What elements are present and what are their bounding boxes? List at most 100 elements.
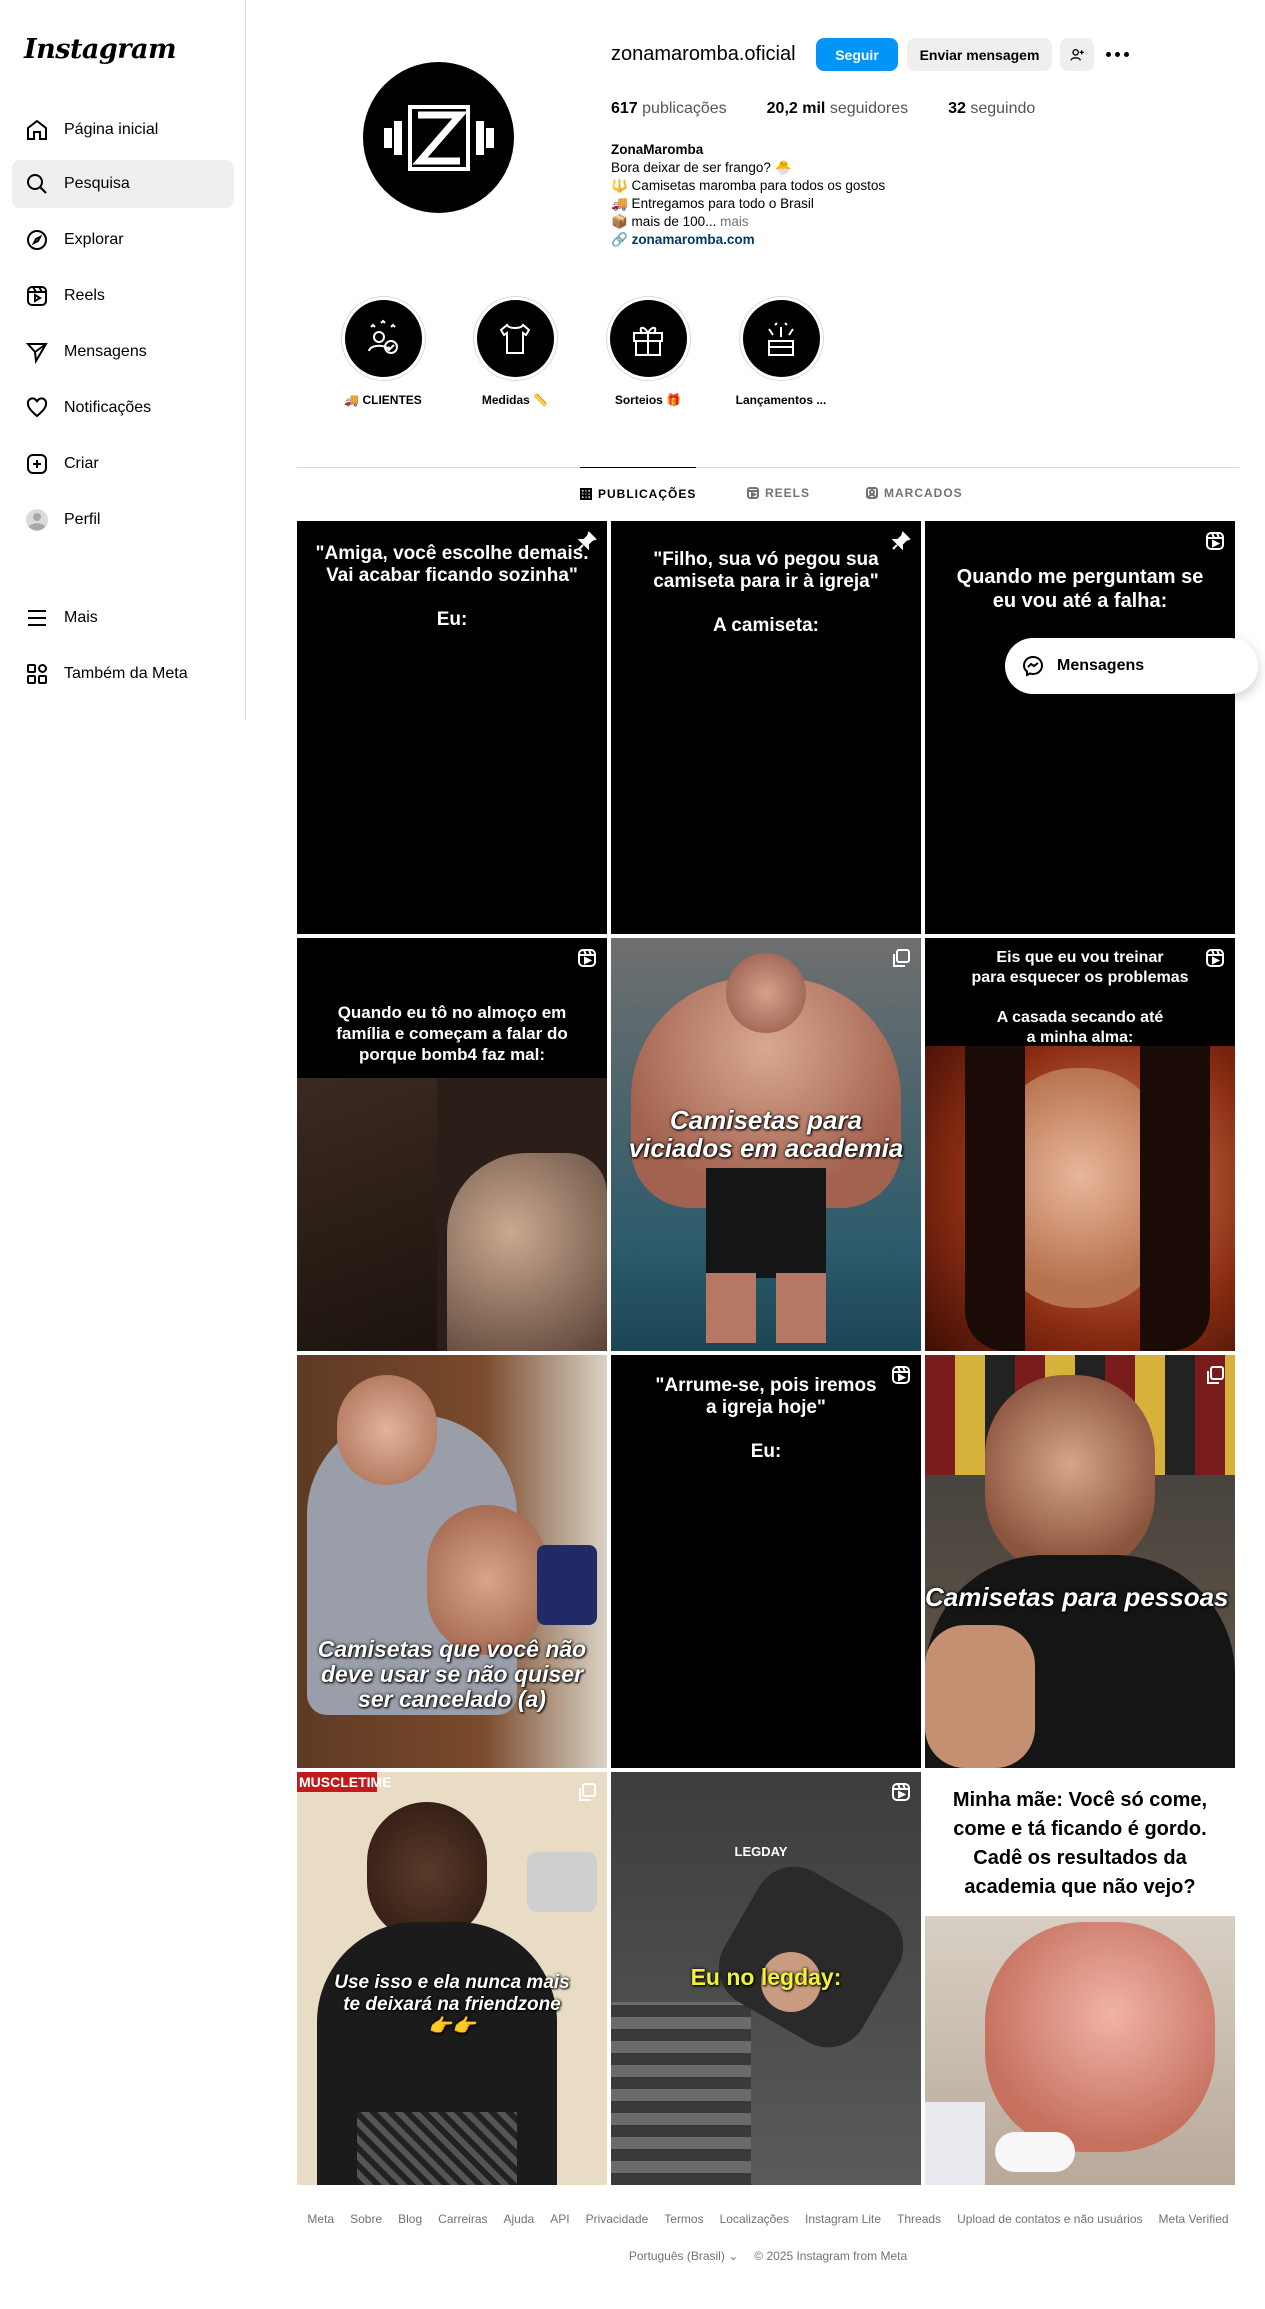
post-tile[interactable]: Camisetas que você não deve usar se não … (297, 1355, 607, 1768)
nav-create[interactable]: Criar (12, 440, 234, 488)
tab-tagged-label: MARCADOS (884, 486, 963, 500)
nav-messages-label: Mensagens (64, 343, 147, 360)
pin-icon (891, 531, 911, 551)
nav-search[interactable]: Pesquisa (12, 160, 234, 208)
follow-button[interactable]: Seguir (816, 38, 898, 71)
following-stat[interactable]: 32 seguindo (948, 100, 1035, 118)
nav-notifications-label: Notificações (64, 399, 152, 416)
more-options-icon[interactable] (1106, 44, 1134, 64)
bio-website-link[interactable]: zonamaromba.com (632, 232, 755, 247)
add-person-icon (1070, 48, 1084, 61)
carousel-icon (891, 948, 911, 968)
post-tile[interactable]: Quando me perguntam se eu vou até a falh… (925, 521, 1235, 934)
post-caption: "Filho, sua vó pegou sua camiseta para i… (653, 549, 879, 636)
brand-logo-icon (383, 104, 494, 171)
footer-links: Meta Sobre Blog Carreiras Ajuda API Priv… (297, 2212, 1239, 2226)
post-caption: "Amiga, você escolhe demais. Vai acabar … (315, 543, 589, 630)
post-caption: Minha mãe: Você só come, come e tá fican… (952, 1789, 1208, 1898)
post-caption: Eis que eu vou treinar para esquecer os … (971, 949, 1189, 1046)
highlight-lancamentos[interactable]: Lançamentos ... (731, 296, 831, 407)
post-tag: LEGDAY (734, 1844, 788, 1859)
launch-box-icon (768, 321, 794, 356)
nav-home[interactable]: Página inicial (12, 106, 234, 154)
footer-link[interactable]: Meta (307, 2212, 334, 2226)
send-message-button[interactable]: Enviar mensagem (907, 38, 1052, 71)
nav-reels[interactable]: Reels (12, 272, 234, 320)
tab-tagged[interactable]: MARCADOS (866, 467, 963, 519)
followers-stat[interactable]: 20,2 mil seguidores (767, 100, 908, 118)
footer-link[interactable]: Upload de contatos e não usuários (957, 2212, 1142, 2226)
reel-icon (1205, 531, 1225, 551)
posts-stat: 617 publicações (611, 100, 727, 117)
bio-line: Bora deixar de ser frango? 🐣 (611, 160, 792, 175)
customers-icon (368, 319, 398, 354)
post-tile[interactable]: MUSCLETIME Use isso e ela nunca mais te … (297, 1772, 607, 2185)
meta-apps-icon (24, 661, 50, 687)
footer-link[interactable]: Localizações (720, 2212, 789, 2226)
bio-line: 📦 mais de 100... (611, 214, 717, 229)
post-tile[interactable]: "Amiga, você escolhe demais. Vai acabar … (297, 521, 607, 934)
footer-link[interactable]: Carreiras (438, 2212, 487, 2226)
messages-pill[interactable]: Mensagens (1005, 638, 1258, 694)
language-select[interactable]: Português (Brasil) ⌄ (629, 2249, 738, 2263)
footer-link[interactable]: API (550, 2212, 569, 2226)
nav-profile[interactable]: Perfil (12, 496, 234, 544)
footer-link[interactable]: Termos (664, 2212, 703, 2226)
post-tile[interactable]: Camisetas para pessoas extrovertidas (925, 1355, 1235, 1768)
bio-name: ZonaMaromba (611, 142, 704, 157)
heart-icon (24, 395, 50, 421)
reel-icon (1205, 948, 1225, 968)
footer-link[interactable]: Ajuda (504, 2212, 535, 2226)
post-tile[interactable]: Minha mãe: Você só come, come e tá fican… (925, 1772, 1235, 2185)
footer-link[interactable]: Blog (398, 2212, 422, 2226)
nav-more-label: Mais (64, 609, 98, 626)
nav-notifications[interactable]: Notificações (12, 384, 234, 432)
footer-link[interactable]: Threads (897, 2212, 941, 2226)
post-tile[interactable]: LEGDAY Eu no legday: (611, 1772, 921, 2185)
footer-link[interactable]: Instagram Lite (805, 2212, 881, 2226)
home-icon (24, 117, 50, 143)
profile-avatar[interactable] (363, 62, 514, 213)
post-tile[interactable]: Camisetas para viciados em academia (611, 938, 921, 1351)
highlight-medidas[interactable]: Medidas 📏 (465, 296, 565, 407)
bio-line: 🔱 Camisetas maromba para todos os gostos (611, 178, 886, 193)
suggest-user-button[interactable] (1060, 38, 1094, 71)
instagram-logo[interactable]: Instagram (24, 34, 177, 65)
post-tile[interactable]: Quando eu tô no almoço em família e come… (297, 938, 607, 1351)
reels-icon (24, 283, 50, 309)
pin-icon (577, 531, 597, 551)
nav-more[interactable]: Mais (12, 594, 234, 642)
post-overlay-text: Eu no legday: (690, 1964, 842, 1990)
menu-icon (24, 605, 50, 631)
nav-explore[interactable]: Explorar (12, 216, 234, 264)
sidebar: Instagram Página inicial Pesquisa Explor… (0, 0, 246, 720)
tab-posts[interactable]: PUBLICAÇÕES (580, 467, 697, 519)
highlight-label: 🚚 CLIENTES (344, 393, 422, 407)
avatar-icon (24, 507, 50, 533)
carousel-icon (1205, 1365, 1225, 1385)
footer-link[interactable]: Privacidade (586, 2212, 649, 2226)
carousel-icon (577, 1782, 597, 1802)
footer-link[interactable]: Sobre (350, 2212, 382, 2226)
nav-meta[interactable]: Também da Meta (12, 650, 234, 698)
highlight-label: Lançamentos ... (735, 393, 827, 407)
tab-reels[interactable]: REELS (747, 467, 810, 519)
post-tile[interactable]: Eis que eu vou treinar para esquecer os … (925, 938, 1235, 1351)
highlight-label: Medidas 📏 (481, 393, 549, 407)
chevron-down-icon: ⌄ (728, 2249, 739, 2263)
nav-profile-label: Perfil (64, 511, 101, 528)
nav-create-label: Criar (64, 455, 99, 472)
post-overlay-text: Camisetas que você não deve usar se não … (317, 1636, 587, 1712)
footer-link[interactable]: Meta Verified (1159, 2212, 1229, 2226)
nav-explore-label: Explorar (64, 231, 124, 248)
highlight-label: Sorteios 🎁 (614, 393, 682, 407)
post-overlay-text: Camisetas para pessoas extrovertidas (925, 1582, 1235, 1612)
nav-messages[interactable]: Mensagens (12, 328, 234, 376)
bio-more-link[interactable]: mais (720, 214, 749, 229)
post-tile[interactable]: "Arrume-se, pois iremos a igreja hoje" E… (611, 1355, 921, 1768)
post-tile[interactable]: "Filho, sua vó pegou sua camiseta para i… (611, 521, 921, 934)
highlight-sorteios[interactable]: Sorteios 🎁 (598, 296, 698, 407)
tagged-icon (866, 487, 878, 499)
tshirt-icon (499, 322, 531, 354)
highlight-clientes[interactable]: 🚚 CLIENTES (333, 296, 433, 407)
